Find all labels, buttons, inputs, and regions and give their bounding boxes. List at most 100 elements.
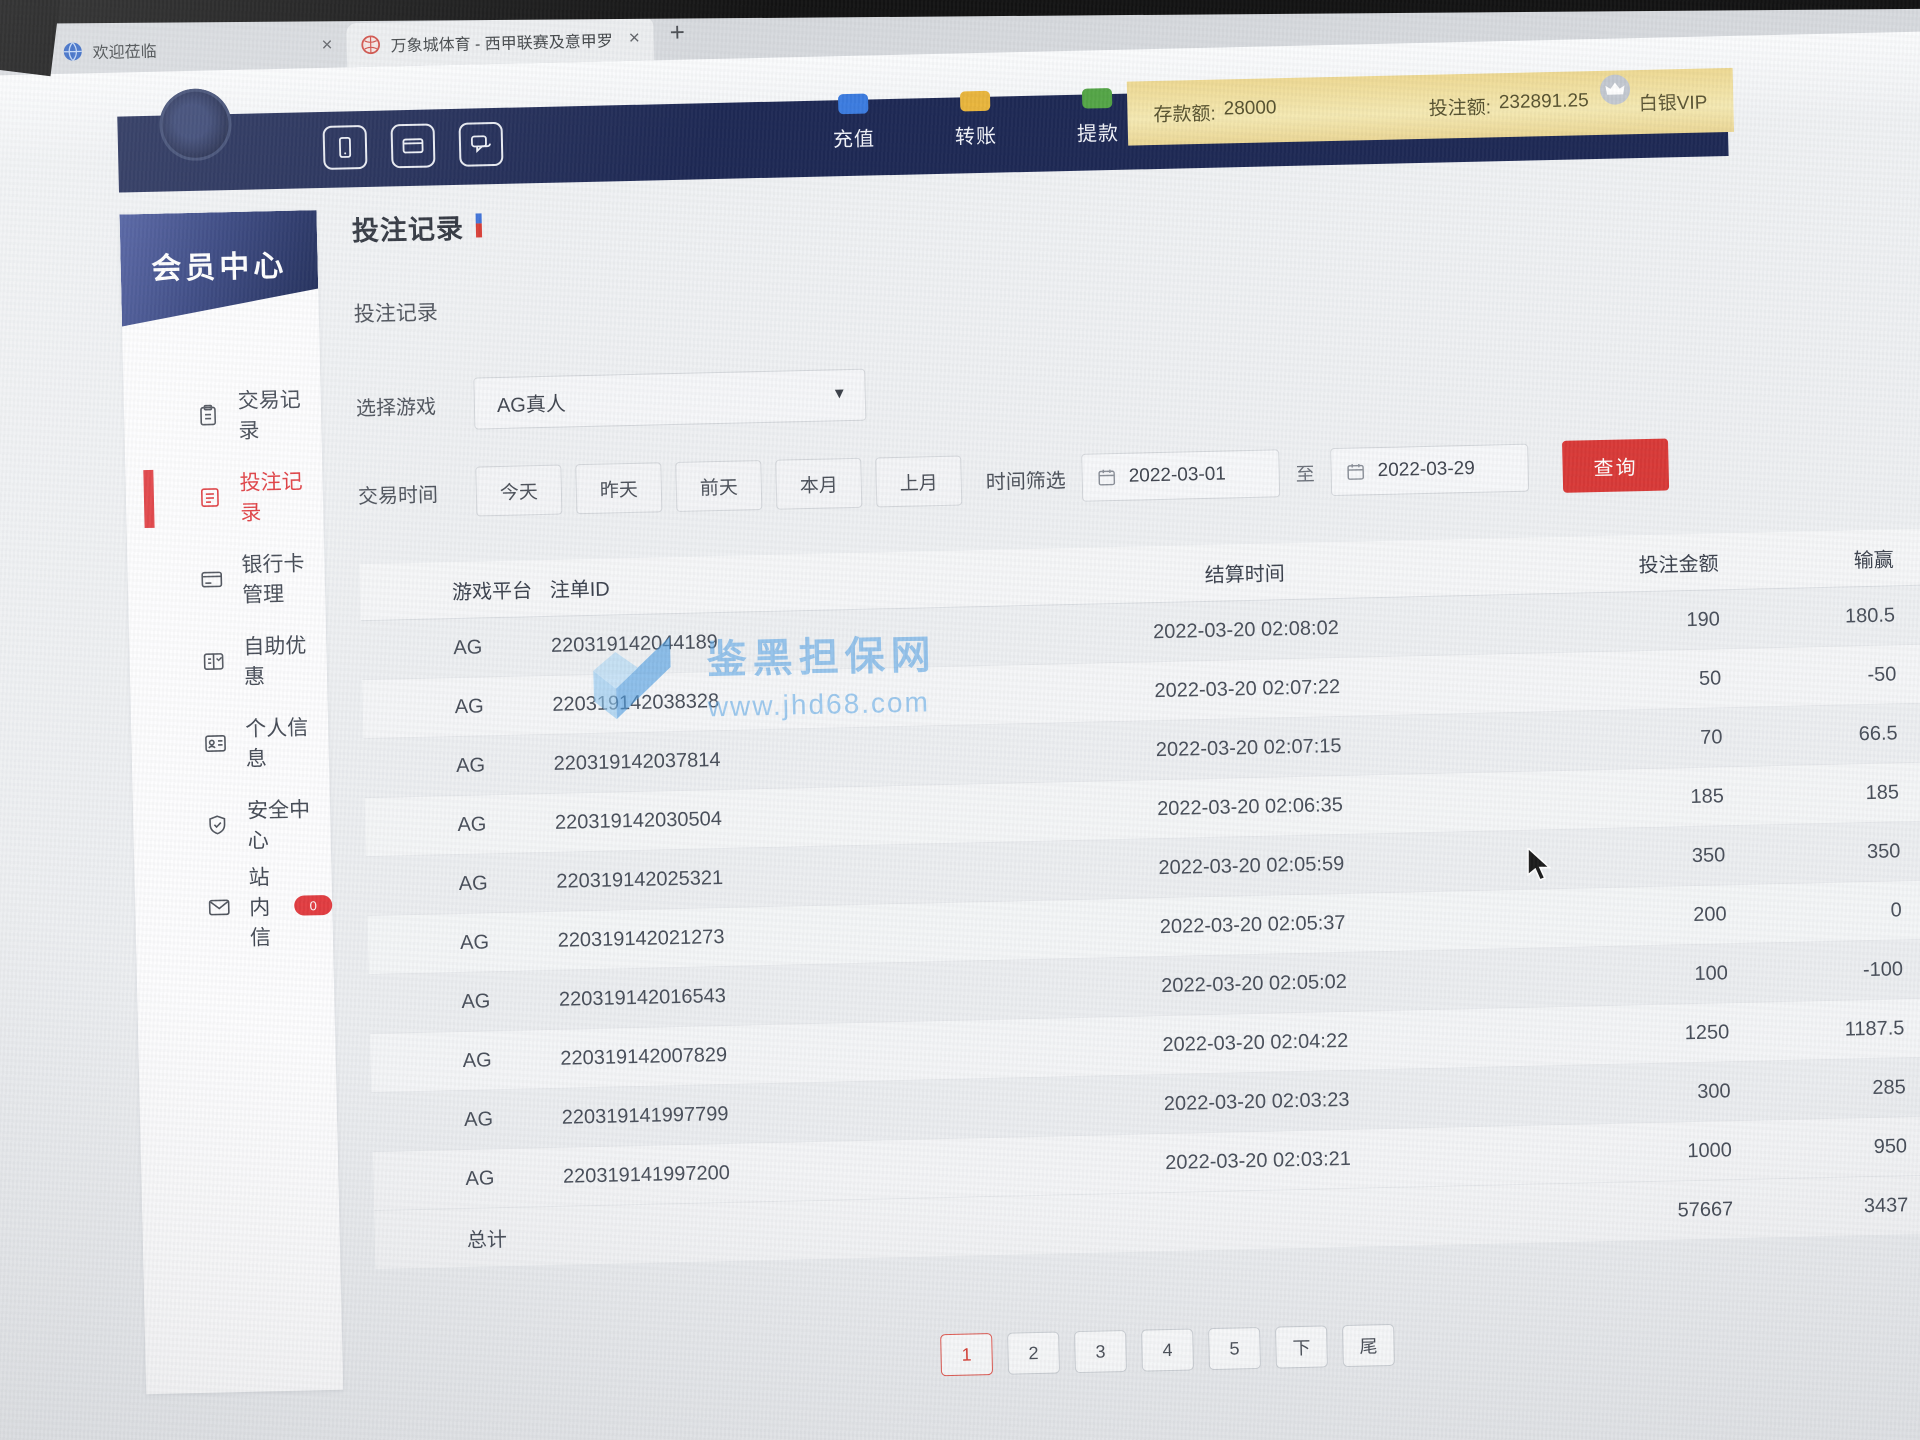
- unread-count-badge: 0: [294, 895, 332, 916]
- sidebar-item-label: 银行卡管理: [241, 547, 325, 609]
- game-select-label: 选择游戏: [356, 389, 475, 421]
- quick-range-today-button[interactable]: 今天: [475, 465, 562, 517]
- vip-crown-icon: [1598, 72, 1633, 107]
- date-range-to-label: 至: [1295, 459, 1315, 486]
- sidebar-item-label: 自助优惠: [243, 629, 327, 691]
- deposit-balance-label: 存款额:: [1153, 98, 1216, 126]
- cell-platform: AG: [365, 811, 555, 838]
- monitor-screen: × 欢迎莅临 × 万象城体育 - 西甲联赛及意甲罗 × +: [0, 0, 1920, 1440]
- sidebar-item-bank-cards[interactable]: 银行卡管理: [127, 536, 326, 622]
- sidebar-item-messages[interactable]: 站内信 0: [134, 864, 333, 950]
- sidebar-item-transactions[interactable]: 交易记录: [123, 372, 322, 458]
- transfer-action[interactable]: 转账: [939, 96, 1012, 150]
- site-container: 充值 转账 提款 存款额:: [116, 36, 1756, 1394]
- page-button-5[interactable]: 5: [1208, 1327, 1261, 1370]
- cell-bet-id: 220319142044189: [551, 625, 978, 658]
- cell-platform: AG: [367, 870, 557, 897]
- total-amount: 57667: [1528, 1198, 1734, 1226]
- bet-records-table: 游戏平台 注单ID 结算时间 投注金额 输赢 AG: [359, 528, 1920, 1269]
- site-logo: [159, 88, 233, 162]
- vip-level: 白银VIP: [1598, 87, 1707, 116]
- id-card-icon: [203, 731, 228, 756]
- cell-bet-id: 220319142037814: [553, 743, 980, 776]
- cell-bet-id: 220319142030504: [555, 802, 982, 835]
- withdraw-action[interactable]: 提款: [1061, 94, 1134, 148]
- cell-bet-id: 220319142038328: [552, 684, 979, 717]
- quick-range-daybefore-button[interactable]: 前天: [675, 460, 762, 512]
- browser-tab-sports[interactable]: 万象城体育 - 西甲联赛及意甲罗 ×: [346, 16, 654, 67]
- cell-winloss: 66.5: [1722, 721, 1920, 749]
- total-winloss: 3437: [1733, 1193, 1920, 1221]
- web-page: 充值 转账 提款 存款额:: [0, 29, 1920, 1440]
- cell-winloss: 285: [1730, 1075, 1920, 1103]
- phone-icon: [333, 135, 358, 160]
- cell-amount: 70: [1517, 726, 1723, 754]
- sidebar-item-security[interactable]: 安全中心: [132, 782, 331, 868]
- sidebar-item-profile[interactable]: 个人信息: [131, 700, 330, 786]
- sidebar-item-promotions[interactable]: 自助优惠: [129, 618, 328, 704]
- date-to-input[interactable]: 2022-03-29: [1330, 444, 1529, 496]
- time-filter-row: 交易时间 今天 昨天 前天 本月 上月 时间筛选 2022-03: [357, 432, 1920, 520]
- balance-bar: 存款额: 28000 投注额: 232891.25: [1127, 68, 1734, 146]
- cell-amount: 300: [1525, 1080, 1731, 1108]
- cell-amount: 200: [1521, 903, 1727, 931]
- page-button-2[interactable]: 2: [1007, 1332, 1060, 1375]
- new-tab-button[interactable]: +: [669, 17, 685, 48]
- cell-bet-id: 220319141997200: [563, 1156, 990, 1189]
- cell-settle-time: 2022-03-20 02:04:22: [987, 1025, 1525, 1060]
- bet-records-panel: 投注记录 投注记录 选择游戏 AG真人 ▼ 交易时间: [316, 173, 1920, 1389]
- cell-amount: 190: [1514, 608, 1720, 636]
- mobile-app-button[interactable]: [323, 125, 368, 170]
- cell-bet-id: 220319142025321: [556, 861, 983, 894]
- breadcrumb: 投注记录: [353, 262, 1920, 328]
- coupon-icon: [201, 649, 226, 674]
- deposit-action[interactable]: 充值: [817, 99, 890, 153]
- game-filter-row: 选择游戏 AG真人 ▼: [355, 344, 1920, 432]
- cell-settle-time: 2022-03-20 02:05:02: [985, 966, 1523, 1001]
- cell-winloss: 950: [1732, 1134, 1920, 1162]
- col-header-platform: 游戏平台: [360, 573, 550, 606]
- search-button[interactable]: 查询: [1562, 438, 1669, 492]
- browser-tab-welcome[interactable]: 欢迎莅临 ×: [48, 23, 347, 74]
- pagination: 1 2 3 4 5 下 尾: [377, 1311, 1920, 1389]
- sidebar-menu: 交易记录 投注记录: [122, 322, 333, 950]
- customer-service-button[interactable]: [459, 122, 504, 167]
- sidebar-item-label: 投注记录: [239, 465, 323, 527]
- quick-range-lastmonth-button[interactable]: 上月: [875, 456, 962, 508]
- cell-settle-time: 2022-03-20 02:07:22: [979, 671, 1517, 706]
- page-button-4[interactable]: 4: [1141, 1328, 1194, 1371]
- cell-bet-id: 220319142007829: [560, 1038, 987, 1071]
- mail-icon: [207, 895, 232, 920]
- date-to-value: 2022-03-29: [1377, 458, 1475, 482]
- close-icon[interactable]: ×: [622, 28, 640, 50]
- quick-range-yesterday-button[interactable]: 昨天: [575, 462, 662, 514]
- cell-winloss: 0: [1726, 898, 1920, 926]
- bet-total-label: 投注额:: [1428, 92, 1491, 120]
- cell-platform: AG: [369, 988, 559, 1015]
- cell-platform: AG: [372, 1106, 562, 1133]
- tab-title: 万象城体育 - 西甲联赛及意甲罗: [390, 27, 613, 56]
- page-title-row: 投注记录: [351, 173, 1920, 248]
- page-button-1[interactable]: 1: [940, 1333, 993, 1376]
- cell-platform: AG: [371, 1047, 561, 1074]
- date-range-label: 时间筛选: [985, 464, 1066, 495]
- cell-settle-time: 2022-03-20 02:08:02: [977, 613, 1515, 648]
- date-from-input[interactable]: 2022-03-01: [1081, 449, 1280, 501]
- game-select[interactable]: AG真人 ▼: [473, 369, 866, 430]
- site-navbar: 充值 转账 提款 存款额:: [117, 80, 1728, 193]
- cell-settle-time: 2022-03-20 02:05:59: [983, 848, 1521, 883]
- page-button-next[interactable]: 下: [1275, 1325, 1328, 1368]
- bank-card-quick-button[interactable]: [391, 123, 436, 168]
- page-button-3[interactable]: 3: [1074, 1330, 1127, 1373]
- page-title: 投注记录: [351, 207, 464, 249]
- page-button-last[interactable]: 尾: [1342, 1324, 1395, 1367]
- quick-range-thismonth-button[interactable]: 本月: [775, 458, 862, 510]
- credit-card-icon: [401, 134, 426, 159]
- cell-bet-id: 220319142021273: [557, 920, 984, 953]
- cell-settle-time: 2022-03-20 02:07:15: [980, 730, 1518, 765]
- close-icon[interactable]: ×: [315, 35, 333, 57]
- sidebar-item-bet-records[interactable]: 投注记录: [125, 454, 324, 540]
- tab-title: 欢迎莅临: [92, 34, 305, 63]
- cell-bet-id: 220319141997799: [561, 1097, 988, 1130]
- clipboard-icon: [196, 403, 221, 428]
